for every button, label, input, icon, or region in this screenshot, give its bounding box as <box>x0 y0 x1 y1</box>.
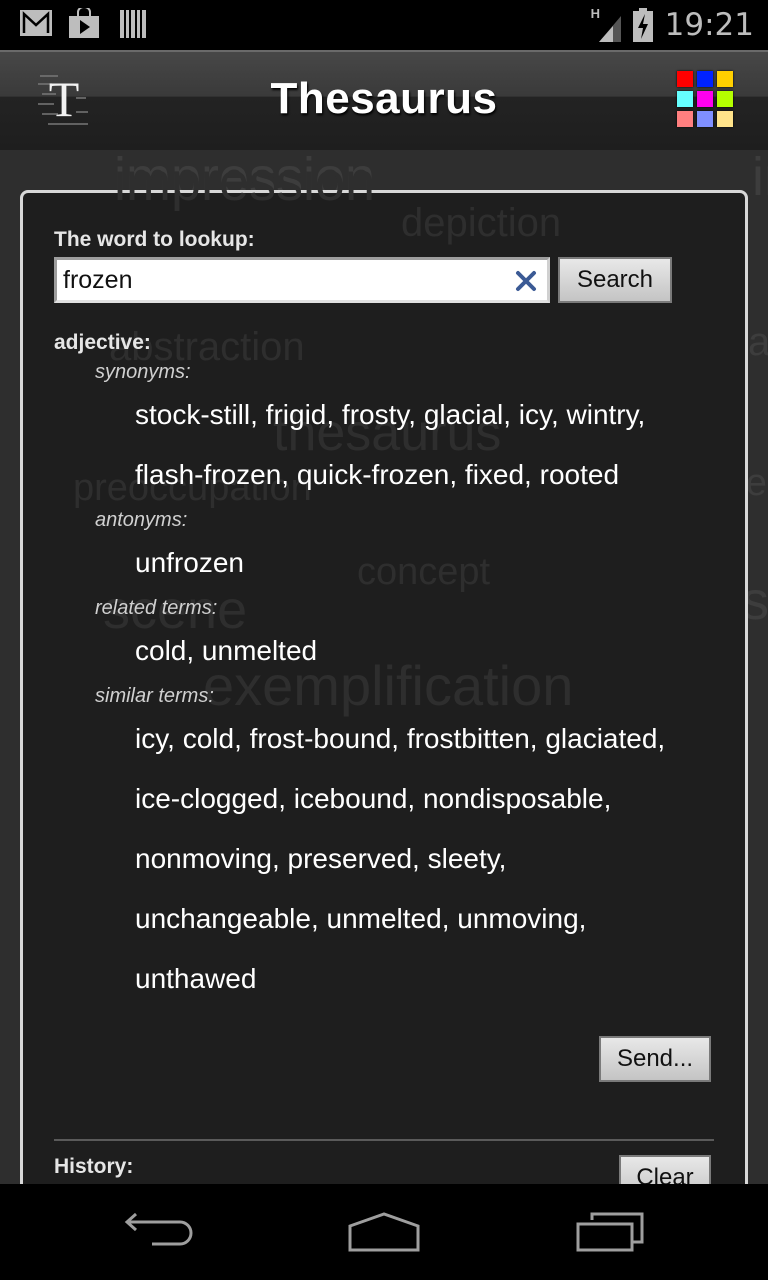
part-of-speech-label: adjective: <box>54 331 151 354</box>
navigation-bar <box>0 1184 768 1280</box>
barcode-icon <box>120 10 146 38</box>
back-icon <box>124 1212 193 1246</box>
term-line: icy, cold, frost-bound, frostbitten, gla… <box>135 723 666 754</box>
play-store-icon <box>68 6 100 38</box>
similar-terms-list: icy, cold, frost-bound, frostbitten, gla… <box>135 709 735 1009</box>
color-grid-cell <box>697 91 713 107</box>
lookup-panel: impression depiction abstraction thesaur… <box>20 152 748 1201</box>
send-button[interactable]: Send... <box>599 1036 711 1082</box>
bg-word: abstraction <box>748 320 768 364</box>
antonyms-list: unfrozen <box>135 533 735 593</box>
action-bar: T Thesaurus <box>0 50 768 150</box>
status-bar: H 19:21 <box>0 0 768 50</box>
term-line: unchangeable, unmelted, unmoving, <box>135 903 587 934</box>
bg-word: impression <box>752 150 768 207</box>
synonyms-label: synonyms: <box>95 361 191 383</box>
word-input[interactable] <box>57 260 503 300</box>
search-button[interactable]: Search <box>558 257 672 303</box>
home-icon <box>348 1212 420 1252</box>
term-line: stock-still, frigid, frosty, glacial, ic… <box>135 399 646 430</box>
color-grid-cell <box>677 111 693 127</box>
bg-word: depiction <box>401 201 562 245</box>
color-grid-cell <box>677 91 693 107</box>
related-terms-label: related terms: <box>95 597 218 619</box>
bg-word: impression <box>114 152 376 212</box>
antonyms-label: antonyms: <box>95 509 188 531</box>
battery-charging-icon <box>632 8 653 42</box>
home-button[interactable] <box>344 1210 424 1254</box>
color-grid-cell <box>717 91 733 107</box>
term-line: unfrozen <box>135 547 244 578</box>
clear-input-icon[interactable] <box>515 270 537 292</box>
search-field[interactable] <box>54 257 550 303</box>
signal-icon: H <box>591 6 625 42</box>
color-grid-icon[interactable] <box>676 70 738 130</box>
gmail-icon <box>20 10 52 36</box>
lookup-label: The word to lookup: <box>54 228 255 251</box>
term-line: flash-frozen, quick-frozen, fixed, roote… <box>135 459 620 490</box>
term-line: cold, unmelted <box>135 635 318 666</box>
recent-apps-icon <box>576 1212 644 1252</box>
color-grid-cell <box>717 71 733 87</box>
color-grid-cell <box>717 111 733 127</box>
history-label: History: <box>54 1155 134 1178</box>
color-grid-cell <box>677 71 693 87</box>
recent-apps-button[interactable] <box>574 1210 654 1254</box>
divider <box>54 1139 714 1141</box>
color-grid-cell <box>697 111 713 127</box>
term-line: nonmoving, preserved, sleety, <box>135 843 507 874</box>
term-line: ice-clogged, icebound, nondisposable, <box>135 783 612 814</box>
clock: 19:21 <box>664 7 754 43</box>
related-terms-list: cold, unmelted <box>135 621 735 681</box>
app-title: Thesaurus <box>270 74 498 123</box>
similar-terms-label: similar terms: <box>95 685 214 707</box>
back-button[interactable] <box>122 1210 202 1254</box>
color-grid-cell <box>697 71 713 87</box>
term-line: unthawed <box>135 963 257 994</box>
synonyms-list: stock-still, frigid, frosty, glacial, ic… <box>135 385 735 505</box>
